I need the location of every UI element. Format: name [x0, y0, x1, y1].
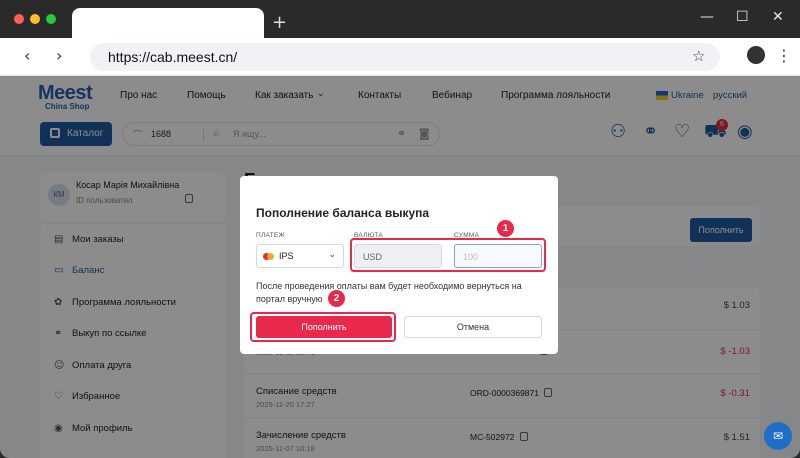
web-page: Meest China Shop Про нас Помощь Как зака…: [0, 76, 800, 458]
cancel-button[interactable]: Отмена: [404, 316, 542, 338]
chevron-down-icon: ⌄: [328, 250, 336, 260]
chat-icon[interactable]: ✉: [764, 422, 792, 450]
pay-button[interactable]: Пополнить: [256, 316, 392, 338]
title-bar: + — ☐ ✕: [0, 0, 800, 38]
back-icon[interactable]: ‹: [24, 46, 30, 65]
close-dot[interactable]: [14, 14, 24, 24]
window-close-icon[interactable]: ✕: [772, 9, 784, 25]
top-up-modal: Пополнение баланса выкупа ПЛАТЕЖ ВАЛЮТА …: [240, 176, 558, 354]
highlight-box-1: [350, 238, 546, 272]
step-badge-1: 1: [497, 220, 514, 237]
address-bar: ‹ › https://cab.meest.cn/ ☆: [0, 38, 800, 76]
payment-value: IPS: [279, 251, 294, 261]
bookmark-star-icon[interactable]: ☆: [692, 47, 705, 65]
url-field[interactable]: https://cab.meest.cn/: [90, 43, 720, 71]
payment-select[interactable]: IPS ⌄: [256, 244, 344, 268]
step-badge-2: 2: [328, 290, 345, 307]
modal-note: После проведения оплаты вам будет необхо…: [256, 281, 522, 304]
modal-title: Пополнение баланса выкупа: [256, 206, 430, 220]
browser-menu-icon[interactable]: ⋮: [776, 46, 792, 65]
browser-tab[interactable]: [72, 8, 264, 38]
zoom-dot[interactable]: [46, 14, 56, 24]
url-text: https://cab.meest.cn/: [108, 49, 238, 65]
browser-window: + — ☐ ✕ ‹ › https://cab.meest.cn/ ☆ ⋮ Me…: [0, 0, 800, 458]
minimize-dot[interactable]: [30, 14, 40, 24]
forward-icon[interactable]: ›: [56, 46, 62, 65]
window-maximize-icon[interactable]: ☐: [736, 9, 749, 25]
window-minimize-icon[interactable]: —: [700, 9, 714, 25]
profile-icon[interactable]: [747, 46, 765, 64]
payment-label: ПЛАТЕЖ: [256, 232, 285, 239]
card-icon: [263, 252, 275, 261]
new-tab-button[interactable]: +: [272, 12, 287, 33]
